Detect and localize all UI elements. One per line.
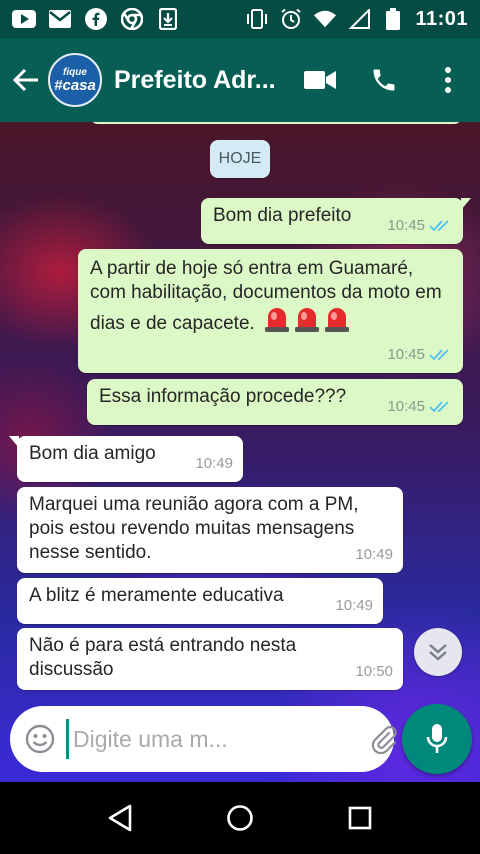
- emoji-button[interactable]: [24, 719, 56, 759]
- back-icon: [108, 804, 132, 832]
- avatar[interactable]: fique #casa: [48, 53, 102, 107]
- youtube-icon: [12, 8, 36, 30]
- message-bubble-incoming[interactable]: Marquei uma reunião agora com a PM, pois…: [17, 487, 403, 573]
- rotating-light-icon: [295, 308, 320, 332]
- message-time: 10:45: [387, 346, 425, 363]
- message-time: 10:49: [355, 546, 393, 563]
- message-composer: [10, 706, 440, 772]
- wifi-icon: [313, 8, 337, 30]
- message-meta: 10:50: [355, 660, 393, 684]
- read-double-check-icon: [429, 401, 449, 413]
- message-meta: 10:45: [387, 395, 453, 419]
- nav-recents-button[interactable]: [330, 788, 390, 848]
- message-text: Bom dia amigo: [29, 443, 156, 464]
- bubble-tail: [9, 436, 19, 448]
- message-meta: 10:45: [387, 343, 453, 367]
- rotating-light-icon: [325, 308, 350, 332]
- previous-message-edge: [90, 122, 462, 124]
- message-input[interactable]: [66, 719, 369, 759]
- rotating-light-emojis: [260, 308, 350, 334]
- chat-header: fique #casa Prefeito Adr...: [0, 38, 480, 122]
- message-time: 10:45: [387, 217, 425, 234]
- rotating-light-icon: [265, 308, 290, 332]
- message-text: Marquei uma reunião agora com a PM, pois…: [29, 494, 359, 563]
- message-time: 10:49: [195, 455, 233, 472]
- gmail-icon: [48, 8, 72, 30]
- message-text: Bom dia prefeito: [213, 205, 352, 226]
- bubble-tail: [461, 198, 471, 210]
- back-button[interactable]: [4, 58, 48, 102]
- clock-time: 11:01: [415, 7, 468, 30]
- chat-area[interactable]: HOJE Bom dia prefeito 10:45 A partir de …: [0, 122, 480, 782]
- message-text: A blitz é meramente educativa: [29, 585, 284, 606]
- message-meta: 10:49: [335, 594, 373, 618]
- message-text: Essa informação procede???: [99, 386, 347, 407]
- message-meta: 10:49: [195, 452, 233, 476]
- attach-icon: [371, 725, 397, 754]
- download-icon: [156, 8, 180, 30]
- message-bubble-incoming[interactable]: Não é para está entrando nesta discussão…: [17, 628, 403, 690]
- message-text: Não é para está entrando nesta discussão: [29, 635, 297, 680]
- alarm-icon: [279, 8, 303, 30]
- message-time: 10:50: [355, 663, 393, 680]
- scroll-to-bottom-button[interactable]: [414, 628, 462, 676]
- signal-icon: [347, 8, 371, 30]
- avatar-text-bottom: #casa: [54, 76, 96, 94]
- message-meta: 10:45: [387, 214, 453, 238]
- read-double-check-icon: [429, 349, 449, 361]
- attach-button[interactable]: [369, 719, 399, 759]
- video-call-button[interactable]: [288, 48, 352, 112]
- message-bubble-outgoing[interactable]: Bom dia prefeito 10:45: [201, 198, 471, 244]
- recents-icon: [348, 806, 372, 830]
- arrow-left-icon: [12, 68, 38, 92]
- emoji-icon: [25, 724, 55, 754]
- home-icon: [227, 805, 253, 831]
- vibrate-icon: [245, 8, 269, 30]
- message-bubble-incoming[interactable]: A blitz é meramente educativa 10:49: [17, 578, 383, 624]
- system-nav-bar: [0, 782, 480, 854]
- message-meta: 10:49: [355, 543, 393, 567]
- chrome-icon: [120, 8, 144, 30]
- message-bubble-outgoing[interactable]: Essa informação procede??? 10:45: [87, 379, 463, 425]
- date-divider: HOJE: [210, 140, 270, 178]
- message-time: 10:49: [335, 597, 373, 614]
- more-options-button[interactable]: [416, 48, 480, 112]
- facebook-icon: [84, 8, 108, 30]
- read-double-check-icon: [429, 220, 449, 232]
- battery-icon: [381, 8, 405, 30]
- double-chevron-down-icon: [429, 644, 447, 661]
- nav-home-button[interactable]: [210, 788, 270, 848]
- status-bar: 11:01: [0, 0, 480, 38]
- voice-call-button[interactable]: [352, 48, 416, 112]
- nav-back-button[interactable]: [90, 788, 150, 848]
- mic-icon: [426, 724, 448, 753]
- phone-icon: [373, 69, 395, 91]
- avatar-text-top: fique: [63, 66, 87, 78]
- more-vertical-icon: [445, 67, 451, 93]
- contact-name[interactable]: Prefeito Adr...: [114, 66, 284, 95]
- message-bubble-outgoing[interactable]: A partir de hoje só entra em Guamaré, co…: [78, 249, 463, 373]
- voice-record-button[interactable]: [402, 704, 472, 774]
- message-bubble-incoming[interactable]: Bom dia amigo 10:49: [9, 436, 243, 482]
- video-camera-icon: [304, 71, 336, 89]
- message-time: 10:45: [387, 398, 425, 415]
